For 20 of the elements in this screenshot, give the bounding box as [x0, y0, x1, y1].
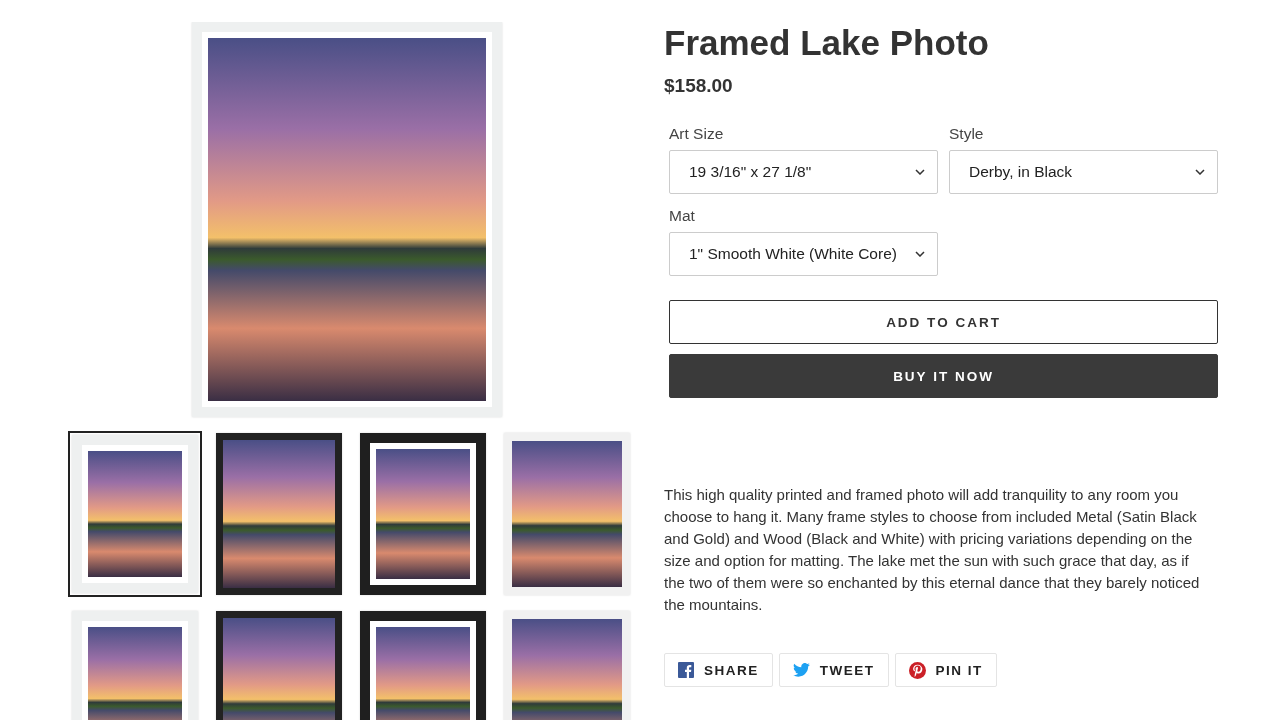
share-button[interactable]: TWEET [778, 653, 889, 687]
product-description: This high quality printed and framed photo will add tranquility to any room you choose to hang it. Many frame styles to choose from included Metal (Satin Black and Gold) and Wood (Black and White) with pricing variations depending on the size and option for matting. The lake met the sun with such grace that day, as if the two of them were so enchanted by this eternal dance that they barely noticed the mountains. [664, 485, 1201, 615]
add-to-cart-button[interactable]: ADD TO CART [669, 300, 1218, 344]
facebook-icon [678, 662, 694, 678]
product-price: $158.00 [664, 75, 734, 97]
share-button[interactable]: PIN IT [894, 653, 997, 687]
pin-icon [908, 661, 926, 679]
option-label: Mat [669, 207, 696, 225]
option-dropdown[interactable]: Derby, in Black [949, 150, 1218, 194]
chevron-down-icon [915, 251, 925, 257]
bird-icon [792, 663, 810, 677]
chevron-down-icon [1195, 169, 1205, 175]
buy-now-button[interactable]: BUY IT NOW [669, 354, 1218, 398]
option-dropdown[interactable]: 19 3/16" x 27 1/8" [669, 150, 938, 194]
share-button[interactable]: SHARE [664, 653, 773, 687]
option-dropdown[interactable]: 1" Smooth White (White Core) [669, 232, 938, 276]
chevron-down-icon [915, 169, 925, 175]
product-title: Framed Lake Photo [664, 22, 990, 64]
option-label: Art Size [669, 125, 725, 143]
option-label: Style [949, 125, 985, 143]
